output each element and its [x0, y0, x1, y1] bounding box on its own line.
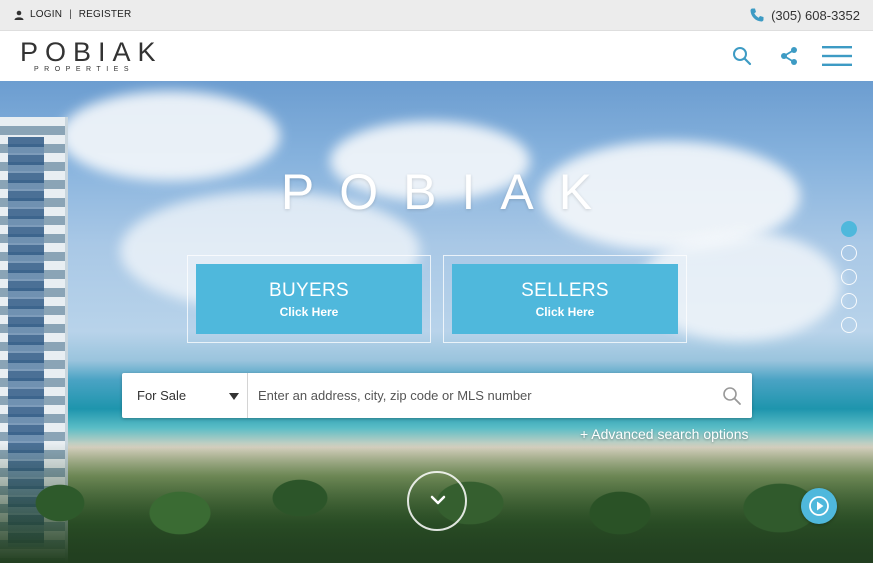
share-icon[interactable] — [779, 46, 799, 66]
hero-banner: POBIAK BUYERS Click Here SELLERS Click H… — [0, 81, 873, 563]
auth-links: LOGIN | REGISTER — [14, 9, 131, 20]
login-link[interactable]: LOGIN — [30, 9, 62, 20]
logo[interactable]: POBIAK PROPERTIES — [20, 39, 172, 75]
slide-dot-4[interactable] — [841, 293, 857, 309]
sellers-button[interactable]: SELLERS Click Here — [452, 264, 678, 334]
logo-sub-text: PROPERTIES — [34, 66, 134, 73]
property-search-bar: For Sale — [122, 373, 752, 418]
top-bar: LOGIN | REGISTER (305) 608-3352 — [0, 0, 873, 31]
main-header: POBIAK PROPERTIES — [0, 31, 873, 81]
listing-type-value: For Sale — [137, 388, 187, 403]
buyers-button[interactable]: BUYERS Click Here — [196, 264, 422, 334]
slide-dot-2[interactable] — [841, 245, 857, 261]
phone-icon — [750, 8, 764, 22]
play-icon — [809, 496, 829, 516]
slide-indicators — [841, 221, 857, 341]
auth-separator: | — [69, 9, 72, 20]
search-submit-icon[interactable] — [722, 386, 742, 406]
phone-number: (305) 608-3352 — [771, 7, 860, 23]
chevron-down-icon — [430, 495, 446, 505]
scroll-down-button[interactable] — [407, 471, 467, 531]
buyers-title: BUYERS — [269, 280, 349, 301]
caret-down-icon — [229, 393, 239, 400]
phone-link[interactable]: (305) 608-3352 — [749, 7, 860, 23]
register-link[interactable]: REGISTER — [79, 9, 132, 20]
buyers-subtitle: Click Here — [279, 305, 339, 319]
play-video-button[interactable] — [801, 488, 837, 524]
menu-icon[interactable] — [822, 45, 852, 67]
search-icon[interactable] — [732, 46, 752, 66]
hero-title: POBIAK — [280, 164, 618, 220]
slide-dot-5[interactable] — [841, 317, 857, 333]
search-input[interactable] — [249, 373, 709, 418]
sellers-subtitle: Click Here — [535, 305, 595, 319]
user-icon — [14, 10, 24, 20]
sellers-frame: SELLERS Click Here — [443, 255, 687, 343]
slide-dot-3[interactable] — [841, 269, 857, 285]
buyers-frame: BUYERS Click Here — [187, 255, 431, 343]
sellers-title: SELLERS — [521, 280, 609, 301]
listing-type-select[interactable]: For Sale — [122, 373, 248, 418]
slide-dot-1[interactable] — [841, 221, 857, 237]
advanced-search-link[interactable]: + Advanced search options — [580, 426, 749, 442]
logo-main-text: POBIAK — [20, 37, 163, 67]
